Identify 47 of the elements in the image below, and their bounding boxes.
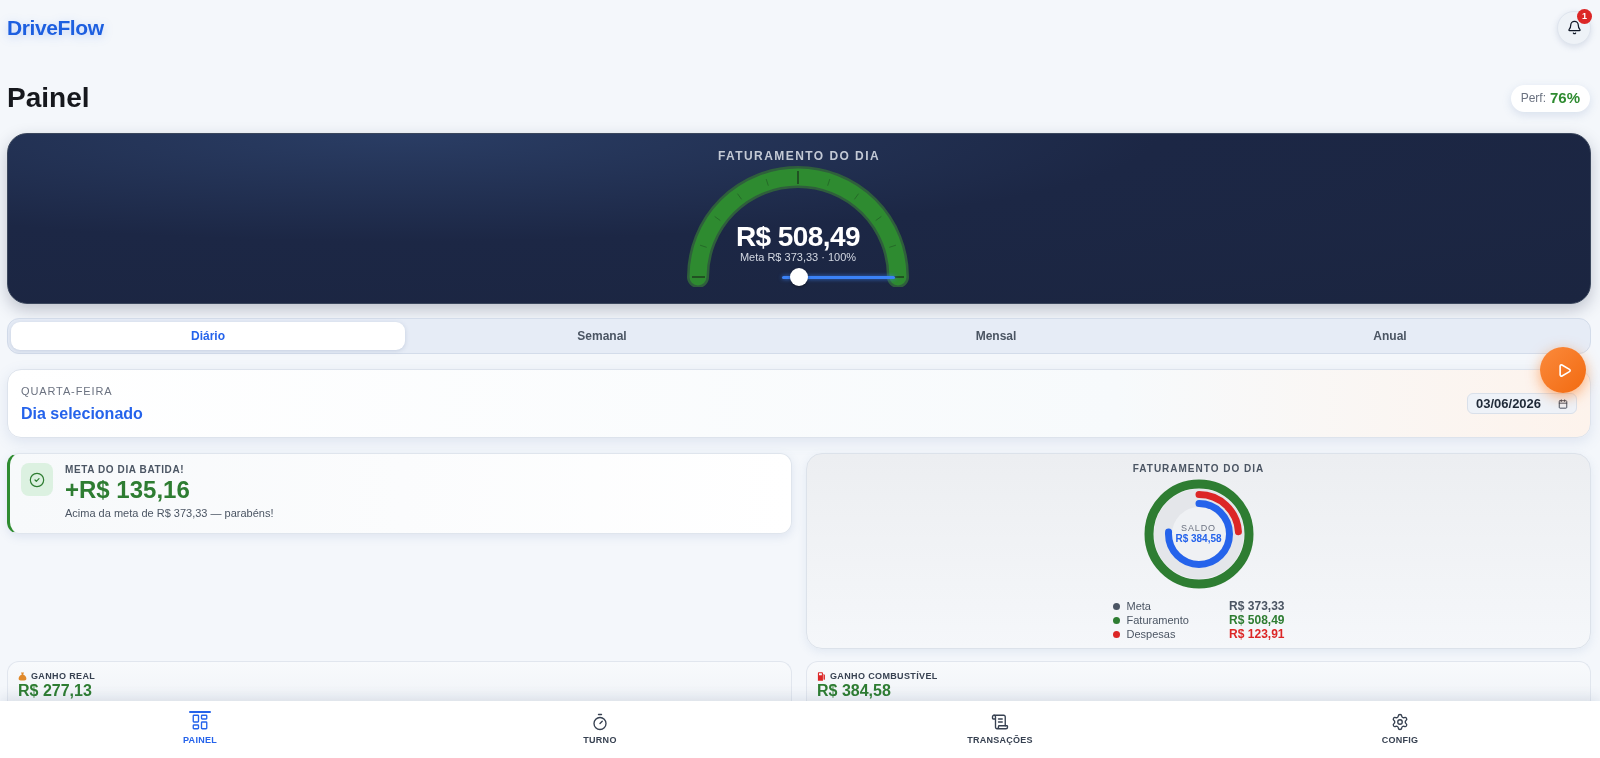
weekday-label: QUARTA-FEIRA [21, 383, 114, 398]
period-tab[interactable]: Mensal [799, 322, 1193, 350]
period-tab[interactable]: Anual [1193, 322, 1587, 350]
perf-value: 76% [1549, 87, 1580, 108]
legend-label: Faturamento [1126, 613, 1189, 627]
center-value: R$ 384,58 [1175, 532, 1222, 545]
slider[interactable] [782, 268, 895, 286]
revenue-value: R$ 508,49 [735, 221, 861, 253]
nav-item[interactable]: CONFIG [1200, 701, 1600, 758]
summary-title: GANHO REAL [31, 671, 96, 682]
calendar-icon [1558, 398, 1568, 409]
summary-title: GANHO COMBUSTÍVEL [830, 671, 938, 682]
day-title: Dia selecionado [21, 403, 143, 424]
goal-message: Acima da meta de R$ 373,33 — parabéns! [65, 506, 274, 520]
fuel-pump-icon [817, 672, 826, 681]
chart-title: FATURAMENTO DO DIA [1132, 462, 1265, 476]
receipt-icon [991, 713, 1009, 731]
goal-amount: +R$ 135,16 [65, 477, 191, 503]
notification-button[interactable]: 1 [1557, 10, 1591, 45]
notification-badge: 1 [1577, 8, 1592, 24]
legend-label: Despesas [1126, 627, 1176, 641]
summary-value: R$ 384,58 [817, 682, 892, 700]
money-bag-icon [18, 672, 27, 681]
legend-value: R$ 373,33 [1229, 599, 1285, 613]
slider-thumb[interactable] [789, 268, 808, 286]
bell-icon [1566, 20, 1582, 35]
timer-icon [591, 713, 609, 731]
period-tab[interactable]: Diário [11, 322, 405, 350]
nav-item[interactable]: TRANSAÇÕES [800, 701, 1200, 758]
legend-value: R$ 123,91 [1229, 627, 1285, 641]
app-logo[interactable]: DriveFlow [7, 11, 104, 44]
period-tab[interactable]: Semanal [405, 322, 799, 350]
play-icon [1556, 362, 1572, 378]
settings-icon [1391, 713, 1409, 731]
legend-label: Meta [1126, 599, 1151, 613]
nav-item[interactable]: PAINEL [0, 701, 400, 758]
legend-value: R$ 508,49 [1229, 613, 1285, 627]
center-label: SALDO [1181, 522, 1216, 533]
nav-item[interactable]: TURNO [400, 701, 800, 758]
page-title: Painel [7, 81, 90, 115]
goal-title: META DO DIA BATIDA! [65, 464, 186, 476]
date-field[interactable]: 03/06/2026 [1467, 393, 1577, 414]
summary-value: R$ 277,13 [18, 682, 93, 700]
hero-title: FATURAMENTO DO DIA [717, 149, 881, 163]
dashboard-icon [191, 713, 209, 731]
perf-label: Perf: [1520, 90, 1546, 107]
goal-subtitle: Meta R$ 373,33 · 100% [739, 251, 857, 264]
